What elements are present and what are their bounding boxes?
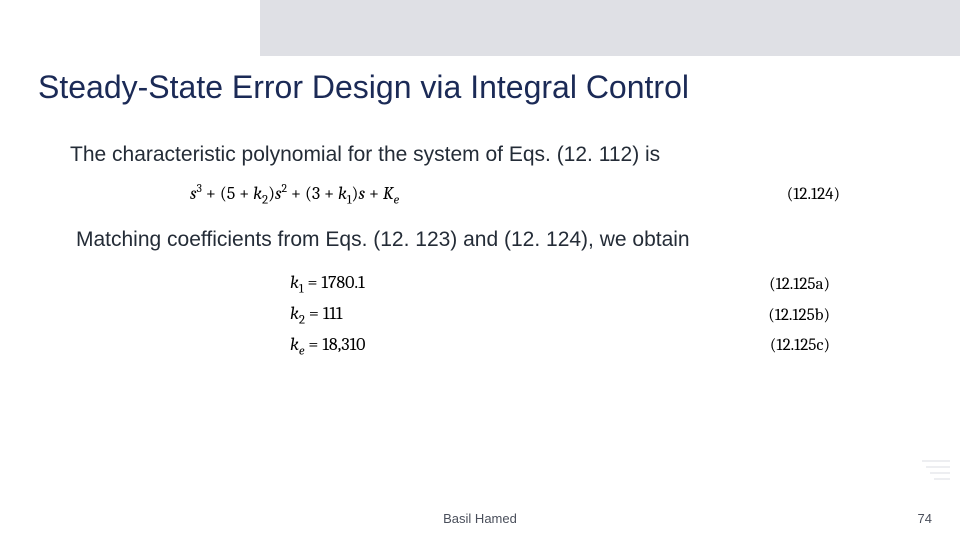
slide-author: Basil Hamed (0, 511, 960, 526)
eq-12-125b-expr: k2 = 111 (290, 303, 740, 328)
equation-group-12-125: k1 = 1780.1 (12.125a) k2 = 111 (12.125b)… (290, 272, 830, 358)
k1-value: 1780.1 (321, 272, 364, 293)
eq-12-125b-tag: (12.125b) (740, 306, 830, 325)
eq-12-125c-tag: (12.125c) (740, 336, 830, 355)
slide-title: Steady-State Error Design via Integral C… (38, 69, 689, 106)
ke-value: 18,310 (322, 334, 365, 355)
k2-value: 111 (323, 303, 343, 324)
equation-12-124-tag: (12.124) (750, 185, 840, 204)
intro-line-1: The characteristic polynomial for the sy… (70, 142, 910, 169)
corner-decoration (922, 460, 950, 500)
slide-body: The characteristic polynomial for the sy… (70, 142, 910, 378)
slide-number: 74 (918, 511, 932, 526)
eq-12-125a-tag: (12.125a) (740, 275, 830, 294)
eq-12-125c-expr: ke = 18,310 (290, 334, 740, 359)
intro-line-2: Matching coefficients from Eqs. (12. 123… (76, 227, 910, 254)
header-band (260, 0, 960, 56)
eq-12-125a-expr: k1 = 1780.1 (290, 272, 740, 297)
equation-12-124-expr: s3 + (5 + k2)s2 + (3 + k1)s + Ke (190, 181, 750, 208)
equation-12-124: s3 + (5 + k2)s2 + (3 + k1)s + Ke (12.124… (190, 181, 840, 208)
